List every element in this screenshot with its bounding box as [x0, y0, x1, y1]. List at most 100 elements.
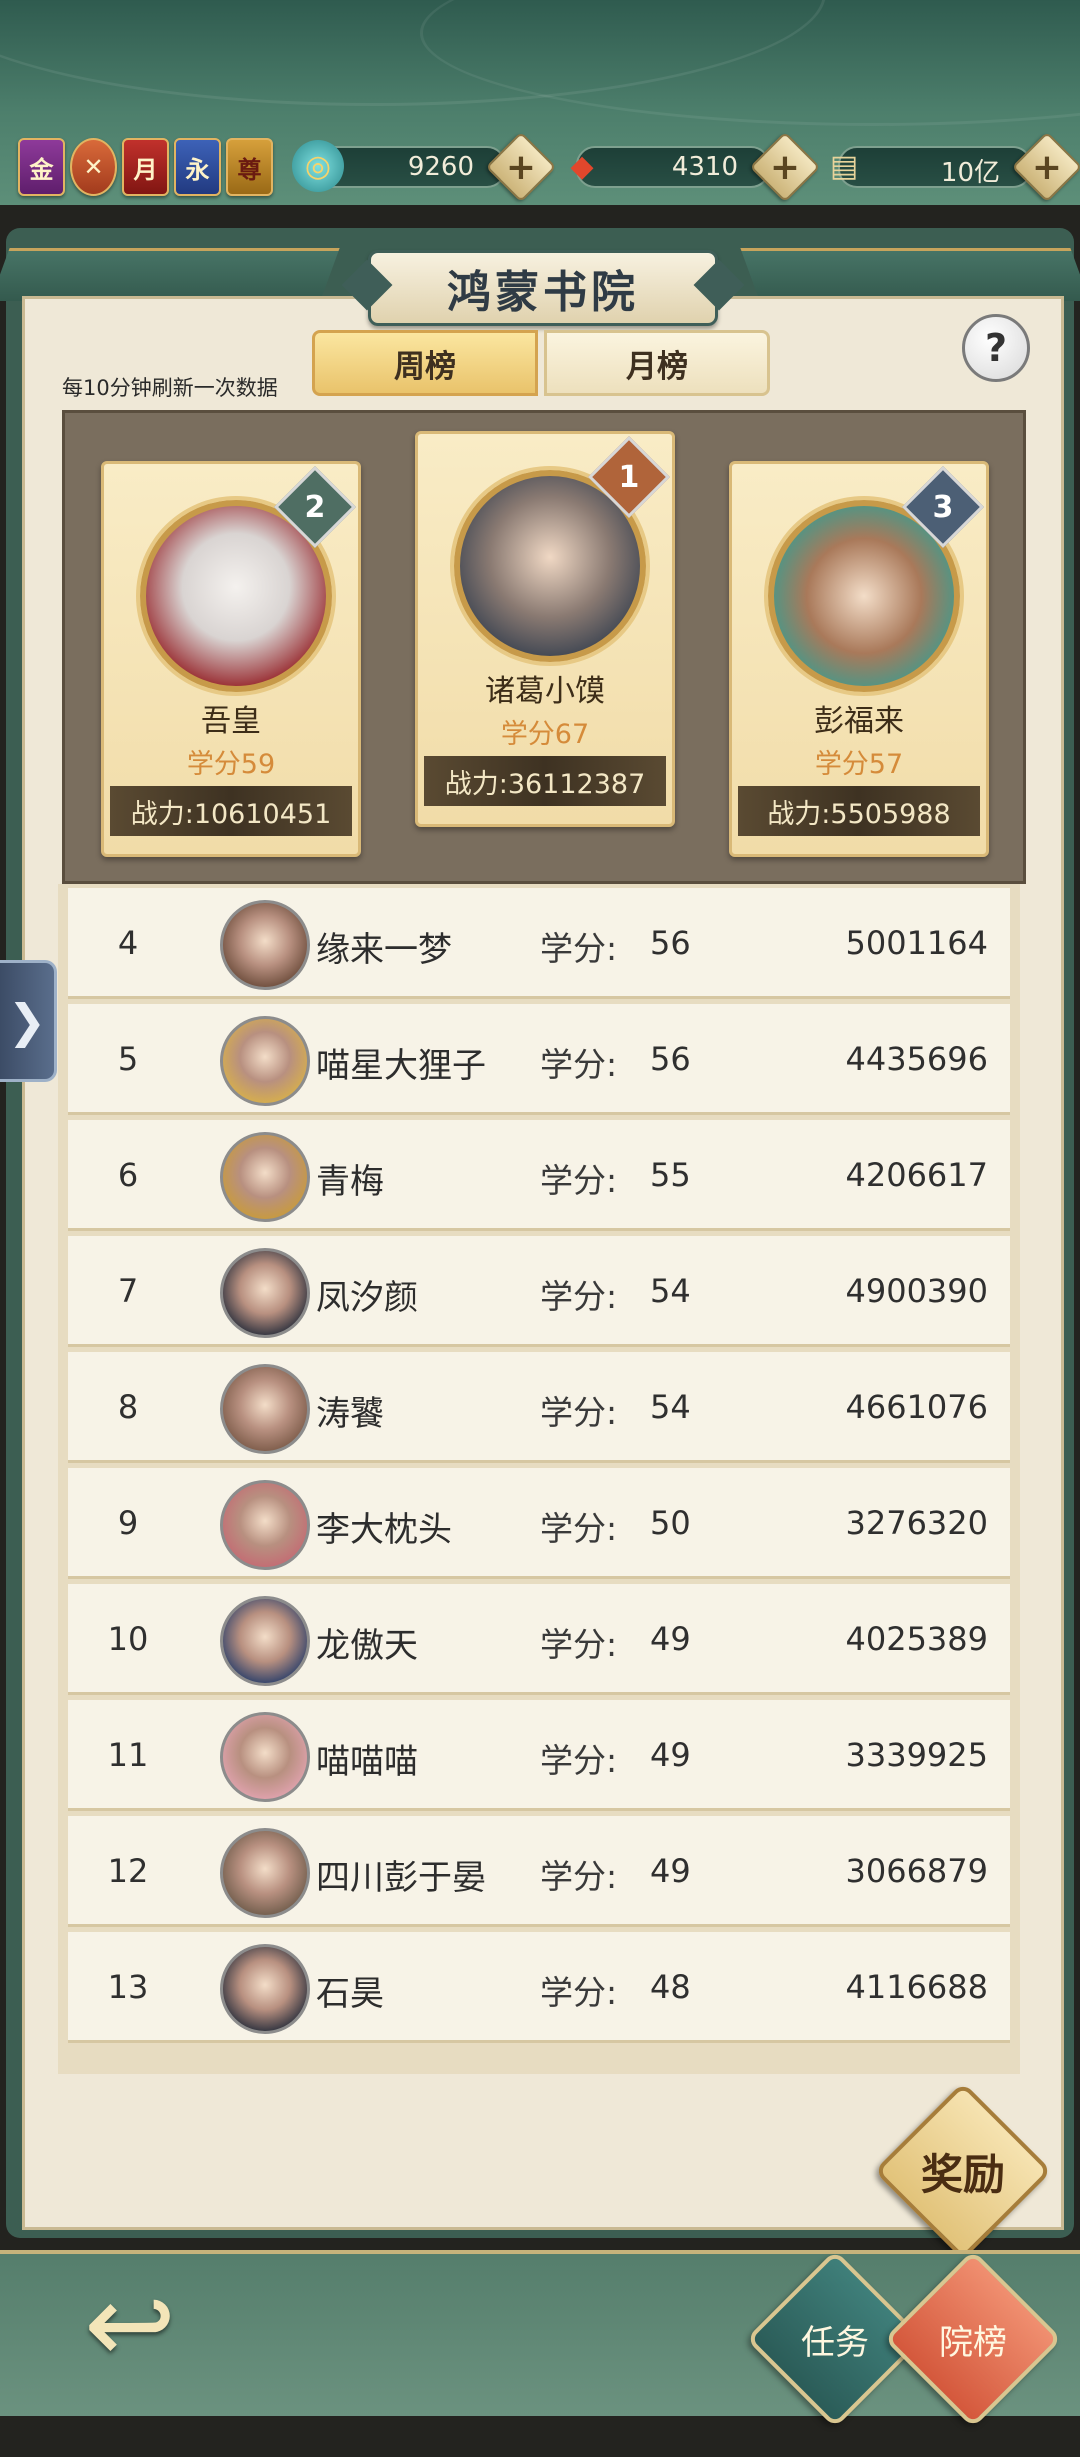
player-score: 学分59	[186, 749, 276, 780]
resource-jade-value: 9260	[407, 152, 474, 182]
score-label: 学分:	[540, 1045, 618, 1084]
avatar	[220, 1364, 310, 1454]
row-rank: 12	[107, 1852, 149, 1890]
resource-crystal-value: 4310	[671, 152, 738, 182]
score-label: 学分:	[540, 1509, 618, 1548]
side-expand-tab[interactable]: ❯	[0, 960, 57, 1082]
table-row[interactable]: 13 石昊 学分: 48 4116688	[68, 1932, 1010, 2043]
score-label: 学分:	[540, 1973, 618, 2012]
panel-title: 鸿蒙书院	[368, 250, 718, 326]
player-power: 4900390	[845, 1272, 988, 1310]
player-name: 喵喵喵	[316, 1742, 418, 1782]
player-score: 54	[650, 1272, 691, 1310]
avatar	[220, 1480, 310, 1570]
avatar	[220, 1248, 310, 1338]
help-button[interactable]: ?	[962, 314, 1030, 382]
row-rank: 13	[107, 1968, 149, 2006]
row-rank: 8	[117, 1388, 139, 1426]
score-label: 学分:	[540, 1277, 618, 1316]
refresh-note: 每10分钟刷新一次数据	[62, 376, 278, 400]
player-power: 3066879	[845, 1852, 988, 1890]
row-rank: 4	[117, 924, 139, 962]
player-score: 49	[650, 1620, 691, 1658]
player-name: 四川彭于晏	[316, 1858, 486, 1898]
avatar	[220, 900, 310, 990]
avatar	[220, 1132, 310, 1222]
player-power: 战力:36112387	[424, 756, 666, 806]
resource-scroll: ▤ 10亿 +	[818, 131, 1080, 203]
player-power: 4661076	[845, 1388, 988, 1426]
top3-card-rank1[interactable]: 1 诸葛小馍 学分67 战力:36112387	[415, 431, 675, 827]
resource-jade: ◎ 9260 +	[292, 131, 557, 203]
player-score: 49	[650, 1852, 691, 1890]
avatar	[220, 1016, 310, 1106]
plus-icon: +	[769, 146, 801, 188]
player-power: 3339925	[845, 1736, 988, 1774]
score-label: 学分:	[540, 1161, 618, 1200]
table-row[interactable]: 11 喵喵喵 学分: 49 3339925	[68, 1700, 1010, 1811]
player-name: 吾皇	[201, 704, 261, 739]
player-power: 4206617	[845, 1156, 988, 1194]
player-name: 涛饕	[316, 1394, 384, 1434]
player-power: 5001164	[845, 924, 988, 962]
player-score: 49	[650, 1736, 691, 1774]
avatar	[220, 1828, 310, 1918]
player-power: 4116688	[845, 1968, 988, 2006]
table-row[interactable]: 7 凤汐颜 学分: 54 4900390	[68, 1236, 1010, 1347]
player-score: 50	[650, 1504, 691, 1542]
player-name: 石昊	[316, 1974, 384, 2014]
vip-gold-icon[interactable]: 金	[18, 138, 65, 196]
top3-card-rank2[interactable]: 2 吾皇 学分59 战力:10610451	[101, 461, 361, 857]
row-rank: 5	[117, 1040, 139, 1078]
table-row[interactable]: 5 喵星大狸子 学分: 56 4435696	[68, 1004, 1010, 1115]
row-rank: 6	[117, 1156, 139, 1194]
player-power: 4435696	[845, 1040, 988, 1078]
player-power: 战力:5505988	[738, 786, 980, 836]
player-score: 学分57	[814, 749, 904, 780]
avatar	[220, 1944, 310, 2034]
table-row[interactable]: 12 四川彭于晏 学分: 49 3066879	[68, 1816, 1010, 1927]
scroll-icon: ▤	[829, 148, 859, 184]
player-score: 54	[650, 1388, 691, 1426]
table-row[interactable]: 9 李大枕头 学分: 50 3276320	[68, 1468, 1010, 1579]
player-score: 56	[650, 1040, 691, 1078]
player-name: 喵星大狸子	[316, 1046, 486, 1086]
resource-crystal: ◆ 4310 +	[556, 131, 821, 203]
leaderboard-list[interactable]: 4 缘来一梦 学分: 56 5001164 5 喵星大狸子 学分: 56 4435696 6 青梅 学分…	[58, 884, 1020, 2074]
tab-monthly[interactable]: 月榜	[544, 330, 770, 396]
vip-forever-icon[interactable]: 永	[174, 138, 221, 196]
player-score: 学分67	[500, 719, 590, 750]
jade-swirl-icon: ◎	[292, 140, 344, 192]
player-name: 青梅	[316, 1162, 384, 1202]
score-label: 学分:	[540, 1741, 618, 1780]
score-label: 学分:	[540, 1857, 618, 1896]
back-arrow-icon[interactable]: ↩	[30, 2264, 230, 2384]
table-row[interactable]: 6 青梅 学分: 55 4206617	[68, 1120, 1010, 1231]
player-score: 56	[650, 924, 691, 962]
table-row[interactable]: 10 龙傲天 学分: 49 4025389	[68, 1584, 1010, 1695]
player-power: 4025389	[845, 1620, 988, 1658]
player-score: 55	[650, 1156, 691, 1194]
tab-weekly[interactable]: 周榜	[312, 330, 538, 396]
score-label: 学分:	[540, 1625, 618, 1664]
panel-ornament-right	[740, 248, 1080, 301]
vip-emblem-icon[interactable]: ✕	[70, 138, 117, 196]
top3-card-rank3[interactable]: 3 彭福来 学分57 战力:5505988	[729, 461, 989, 857]
table-row[interactable]: 8 涛饕 学分: 54 4661076	[68, 1352, 1010, 1463]
vip-month-icon[interactable]: 月	[122, 138, 169, 196]
top3-podium: 2 吾皇 学分59 战力:10610451 1 诸葛小馍 学分67 战力:361…	[62, 410, 1026, 884]
player-power: 战力:10610451	[110, 786, 352, 836]
score-label: 学分:	[540, 1393, 618, 1432]
player-name: 李大枕头	[316, 1510, 452, 1550]
player-power: 3276320	[845, 1504, 988, 1542]
plus-icon: +	[505, 146, 537, 188]
panel-ornament-left	[0, 248, 340, 301]
score-label: 学分:	[540, 929, 618, 968]
table-row[interactable]: 4 缘来一梦 学分: 56 5001164	[68, 888, 1010, 999]
player-name: 彭福来	[814, 704, 904, 739]
vip-icon-group: 金 ✕ 月 永 尊	[18, 138, 273, 196]
player-score: 48	[650, 1968, 691, 2006]
player-name: 缘来一梦	[316, 930, 452, 970]
vip-honor-icon[interactable]: 尊	[226, 138, 273, 196]
row-rank: 7	[117, 1272, 139, 1310]
